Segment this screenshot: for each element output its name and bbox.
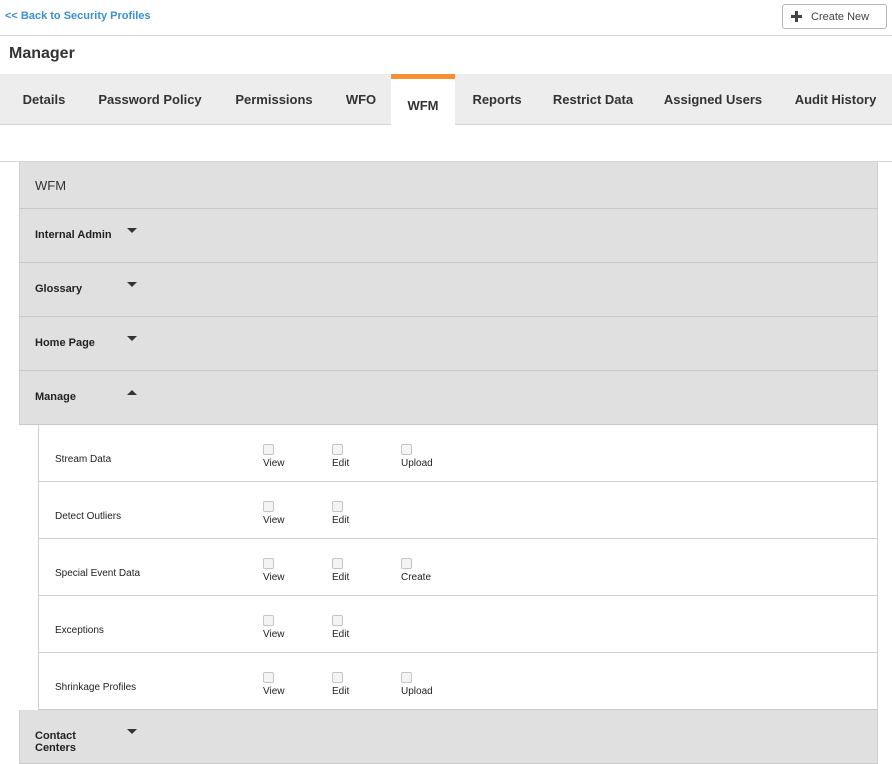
checkbox-box[interactable]	[401, 444, 412, 455]
checkbox-label: Upload	[401, 686, 433, 697]
caret-down-icon	[127, 282, 137, 287]
checkbox-box[interactable]	[263, 672, 274, 683]
page-title: Manager	[9, 45, 75, 62]
wfm-permissions-panel: WFM Internal Admin Glossary Home Page Ma…	[19, 162, 878, 764]
back-to-security-profiles-link[interactable]: << Back to Security Profiles	[5, 10, 151, 22]
permission-row-detect-outliers: Detect Outliers View Edit	[39, 482, 877, 539]
stream-data-view-checkbox[interactable]: View	[263, 444, 285, 469]
checkbox-box[interactable]	[332, 558, 343, 569]
section-home-page[interactable]: Home Page	[19, 317, 878, 371]
plus-icon	[791, 11, 802, 22]
permission-name: Detect Outliers	[55, 511, 122, 522]
special-event-data-edit-checkbox[interactable]: Edit	[332, 558, 349, 583]
stream-data-upload-checkbox[interactable]: Upload	[401, 444, 433, 469]
section-internal-admin[interactable]: Internal Admin	[19, 209, 878, 263]
tab-wfm[interactable]: WFM	[391, 74, 455, 126]
permission-row-shrinkage-profiles: Shrinkage Profiles View Edit Upload	[39, 653, 877, 710]
section-glossary[interactable]: Glossary	[19, 263, 878, 317]
permission-name: Shrinkage Profiles	[55, 682, 137, 693]
special-event-data-create-checkbox[interactable]: Create	[401, 558, 431, 583]
tab-restrict-data[interactable]: Restrict Data	[542, 74, 644, 125]
checkbox-label: Edit	[332, 458, 350, 469]
tab-audit-history[interactable]: Audit History	[783, 74, 888, 125]
checkbox-label: Edit	[332, 686, 350, 697]
section-contact-centers[interactable]: Contact Centers	[19, 710, 878, 764]
permission-row-stream-data: Stream Data View Edit Upload	[39, 425, 877, 482]
exceptions-edit-checkbox[interactable]: Edit	[332, 615, 349, 640]
section-label: Internal Admin	[35, 229, 112, 241]
checkbox-box[interactable]	[332, 501, 343, 512]
checkbox-label: Edit	[332, 572, 350, 583]
checkbox-box[interactable]	[332, 672, 343, 683]
tab-details[interactable]: Details	[8, 74, 80, 125]
checkbox-box[interactable]	[263, 615, 274, 626]
section-label: Contact Centers	[35, 730, 76, 754]
tab-permissions[interactable]: Permissions	[222, 74, 326, 125]
shrinkage-profiles-view-checkbox[interactable]: View	[263, 672, 285, 697]
caret-down-icon	[127, 228, 137, 233]
permission-row-special-event-data: Special Event Data View Edit Create	[39, 539, 877, 596]
checkbox-label: View	[263, 572, 285, 583]
section-label: Home Page	[35, 337, 95, 349]
caret-down-icon	[127, 729, 137, 734]
checkbox-label: View	[263, 629, 285, 640]
caret-up-icon	[127, 390, 137, 395]
caret-down-icon	[127, 336, 137, 341]
tab-wfo[interactable]: WFO	[334, 74, 388, 125]
detect-outliers-view-checkbox[interactable]: View	[263, 501, 285, 526]
checkbox-label: Upload	[401, 458, 433, 469]
tab-assigned-users[interactable]: Assigned Users	[654, 74, 772, 125]
checkbox-label: Edit	[332, 629, 350, 640]
special-event-data-view-checkbox[interactable]: View	[263, 558, 285, 583]
exceptions-view-checkbox[interactable]: View	[263, 615, 285, 640]
checkbox-label: Edit	[332, 515, 350, 526]
create-new-label: Create New	[811, 10, 870, 23]
permission-row-exceptions: Exceptions View Edit	[39, 596, 877, 653]
stream-data-edit-checkbox[interactable]: Edit	[332, 444, 349, 469]
checkbox-label: Create	[401, 572, 432, 583]
checkbox-label: View	[263, 458, 285, 469]
manage-permission-list: Stream Data View Edit Upload Detect Outl…	[38, 425, 878, 710]
top-bar: << Back to Security Profiles Create New	[0, 0, 892, 36]
checkbox-box[interactable]	[332, 444, 343, 455]
checkbox-box[interactable]	[263, 444, 274, 455]
permission-name: Special Event Data	[55, 568, 141, 579]
detect-outliers-edit-checkbox[interactable]: Edit	[332, 501, 349, 526]
shrinkage-profiles-upload-checkbox[interactable]: Upload	[401, 672, 433, 697]
permission-name: Stream Data	[55, 454, 112, 465]
tab-bar: Details Password Policy Permissions WFO …	[0, 74, 892, 126]
section-label: Manage	[35, 391, 76, 403]
checkbox-label: View	[263, 686, 285, 697]
permission-name: Exceptions	[55, 625, 104, 636]
checkbox-box[interactable]	[263, 501, 274, 512]
panel-title: WFM	[19, 162, 878, 209]
tab-reports[interactable]: Reports	[462, 74, 532, 125]
checkbox-label: View	[263, 515, 285, 526]
section-manage[interactable]: Manage	[19, 371, 878, 425]
section-label: Glossary	[35, 283, 83, 295]
checkbox-box[interactable]	[263, 558, 274, 569]
checkbox-box[interactable]	[401, 558, 412, 569]
create-new-button[interactable]: Create New	[782, 4, 887, 29]
checkbox-box[interactable]	[332, 615, 343, 626]
tab-password-policy[interactable]: Password Policy	[86, 74, 214, 125]
checkbox-box[interactable]	[401, 672, 412, 683]
shrinkage-profiles-edit-checkbox[interactable]: Edit	[332, 672, 349, 697]
